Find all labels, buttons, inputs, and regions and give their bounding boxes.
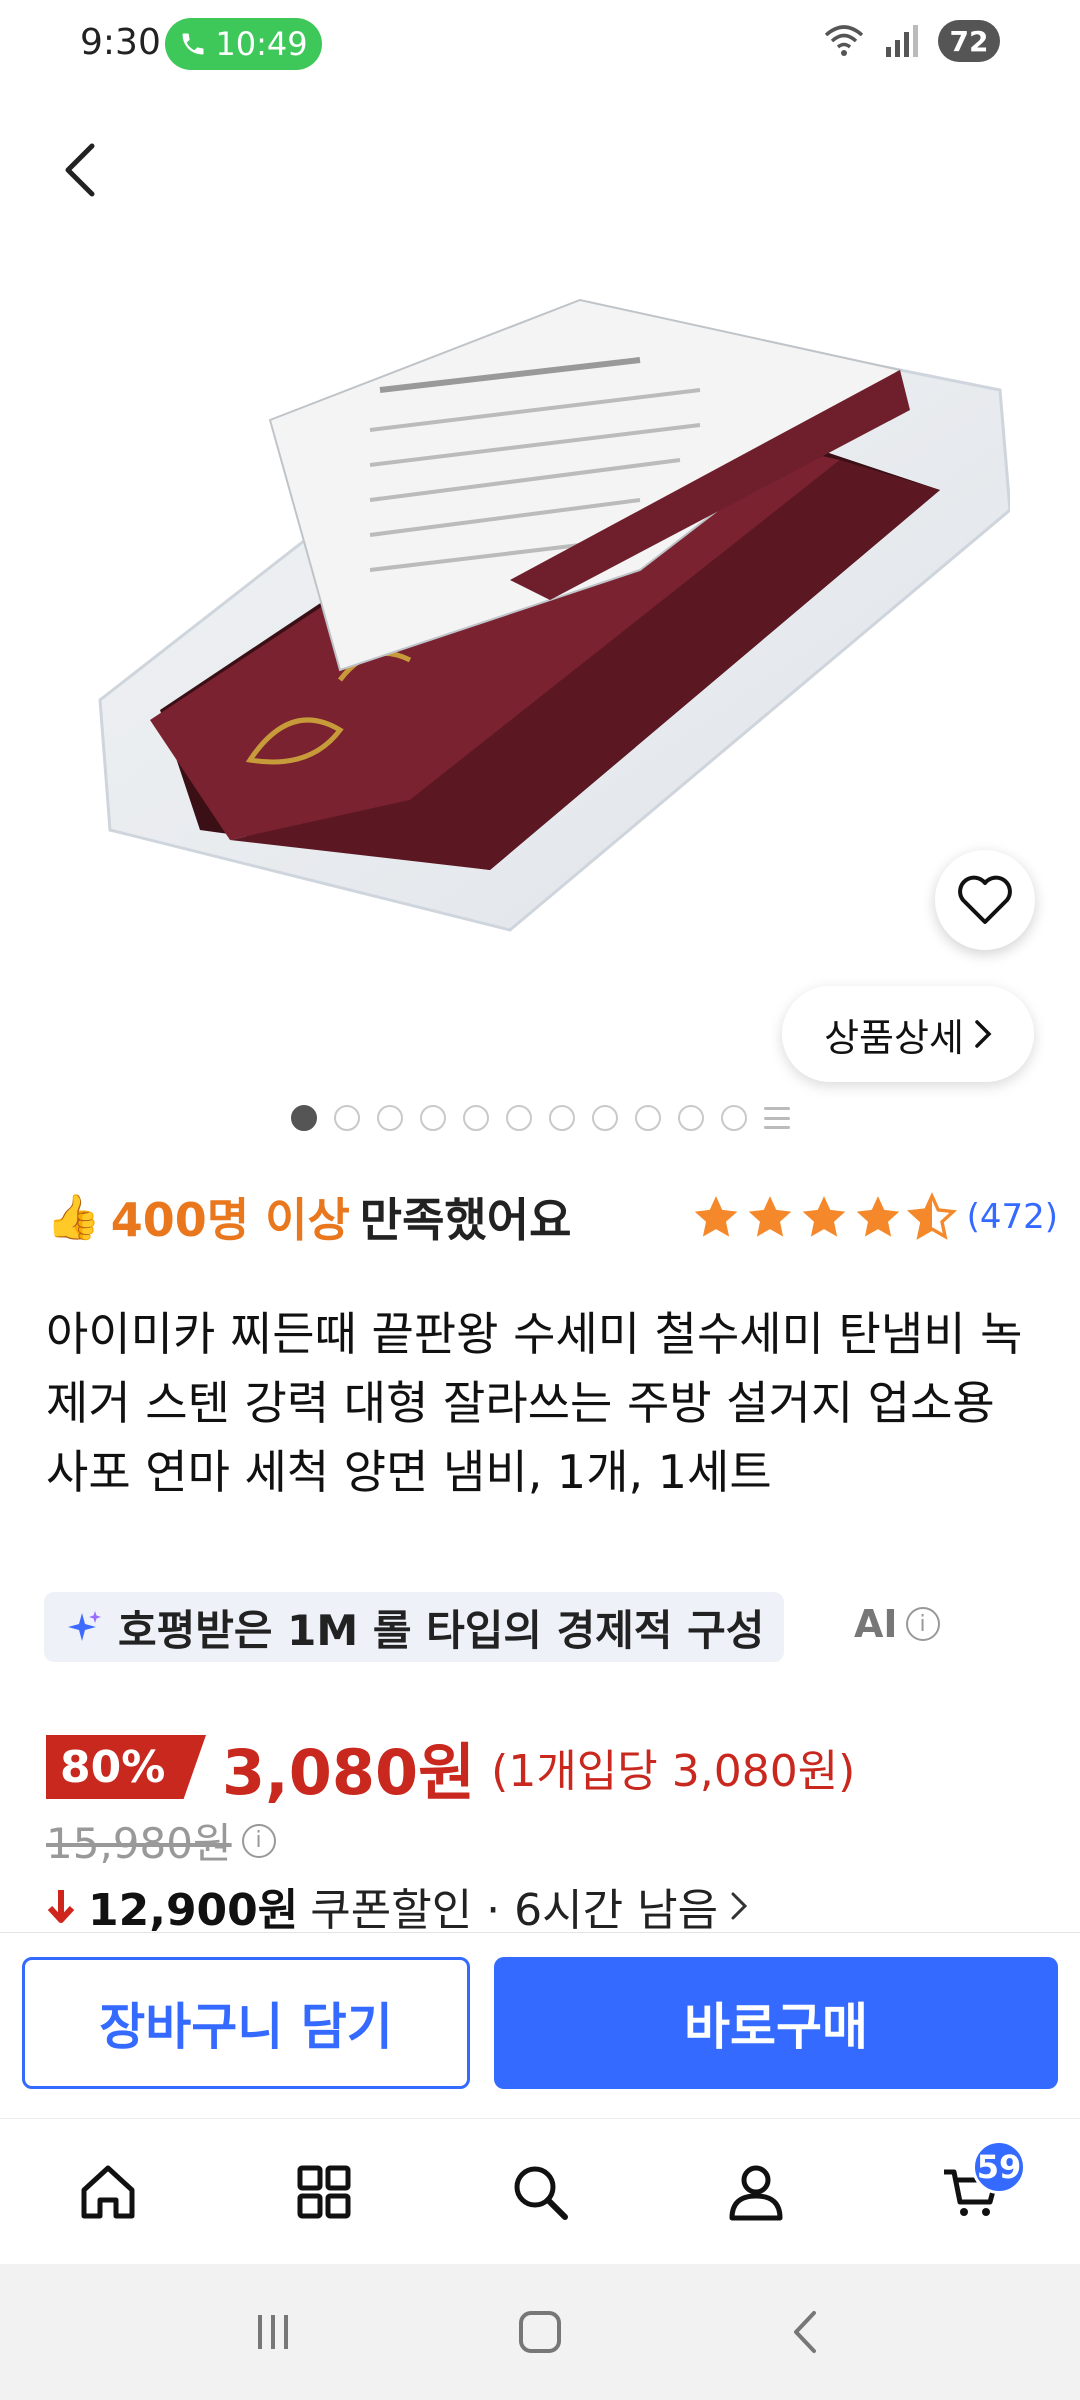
ai-summary-text: 호평받은 1M 롤 타입의 경제적 구성 [118, 1605, 765, 1655]
carousel-dot[interactable] [419, 1105, 446, 1131]
star-full-icon [802, 1196, 845, 1237]
call-duration: 10:49 [215, 25, 308, 63]
carousel-dot[interactable] [333, 1105, 360, 1131]
star-full-icon [694, 1196, 737, 1237]
ai-label: AI [854, 1602, 898, 1646]
carousel-more-icon[interactable] [763, 1105, 790, 1131]
wifi-icon [824, 25, 864, 56]
price-row: 80% 3,080원 (1개입당 3,080원) [46, 1722, 855, 1812]
carousel-dot[interactable] [548, 1105, 575, 1131]
status-time: 9:30 [80, 22, 161, 63]
original-price-row: 15,980원 i [46, 1810, 276, 1871]
signal-icon [886, 25, 918, 57]
carousel-dot[interactable] [677, 1105, 704, 1131]
thumbs-up-icon: 👍 [46, 1192, 101, 1243]
home-square-icon [518, 2311, 561, 2353]
star-full-icon [856, 1196, 899, 1237]
product-image-carousel[interactable]: 상품상세 [0, 90, 1080, 1100]
discount-badge: 80% [46, 1735, 206, 1799]
recent-apps-icon [258, 2315, 289, 2349]
purchase-action-bar: 장바구니 담기 바로구매 [0, 1932, 1080, 2118]
sale-price: 3,080원 [222, 1736, 476, 1809]
product-title: 아이미카 찌든때 끝판왕 수세미 철수세미 탄냄비 녹제거 스텐 강력 대형 잘… [46, 1307, 1023, 1499]
original-price: 15,980원 [46, 1819, 232, 1868]
search-icon [514, 2166, 568, 2220]
arrow-down-icon [47, 1890, 75, 1923]
ai-summary-pill[interactable]: 호평받은 1M 롤 타입의 경제적 구성 [44, 1592, 785, 1662]
satisfaction-summary: 👍 400명 이상 만족했어요 [46, 1184, 571, 1250]
system-back-button[interactable] [762, 2287, 852, 2377]
add-to-cart-button[interactable]: 장바구니 담기 [22, 1957, 470, 2089]
coupon-text: 쿠폰할인 · 6시간 남음 [310, 1885, 719, 1936]
home-icon [81, 2165, 135, 2218]
info-icon[interactable]: i [905, 1607, 940, 1641]
cart-count-badge: 59 [972, 2139, 1026, 2194]
satisfaction-text: 만족했어요 [359, 1193, 572, 1247]
info-icon[interactable]: i [241, 1823, 276, 1858]
product-detail-label: 상품상세 [824, 1015, 964, 1060]
nav-categories[interactable] [264, 2132, 384, 2252]
satisfaction-count: 400명 이상 [110, 1193, 350, 1247]
carousel-dot[interactable] [376, 1105, 403, 1131]
review-count[interactable]: (472) [967, 1197, 1058, 1237]
heart-icon [958, 875, 1012, 924]
carousel-dot[interactable] [720, 1105, 747, 1131]
system-navigation-bar [0, 2264, 1080, 2400]
coupon-row[interactable]: 12,900원 쿠폰할인 · 6시간 남음 [46, 1874, 748, 1938]
rating-summary[interactable]: (472) [691, 1192, 1058, 1242]
recent-apps-button[interactable] [228, 2287, 318, 2377]
carousel-dot[interactable] [634, 1105, 661, 1131]
system-home-button[interactable] [495, 2287, 585, 2377]
bottom-navigation: 59 [0, 2118, 1080, 2264]
wishlist-button[interactable] [935, 850, 1035, 950]
ai-info[interactable]: AI i [854, 1602, 940, 1646]
carousel-dot[interactable] [462, 1105, 489, 1131]
back-arrow-icon [793, 2311, 816, 2353]
buy-now-button[interactable]: 바로구매 [494, 1957, 1058, 2089]
status-icons: 72 [822, 20, 1000, 62]
chevron-right-icon [975, 1020, 992, 1048]
back-button[interactable] [50, 130, 110, 210]
user-icon [729, 2165, 783, 2220]
product-detail-button[interactable]: 상품상세 [782, 986, 1034, 1082]
unit-price: (1개입당 3,080원) [491, 1746, 856, 1797]
star-half-icon [906, 1192, 957, 1240]
chevron-right-icon [731, 1892, 748, 1920]
battery-indicator: 72 [938, 20, 1000, 62]
star-full-icon [748, 1196, 791, 1237]
grid-icon [297, 2165, 351, 2218]
carousel-indicator [0, 1100, 1080, 1136]
coupon-price: 12,900원 [88, 1885, 299, 1936]
carousel-dot[interactable] [591, 1105, 618, 1131]
nav-my-account[interactable] [696, 2132, 816, 2252]
sparkle-icon [68, 1611, 101, 1641]
chevron-left-icon [65, 143, 95, 197]
carousel-dot[interactable] [505, 1105, 532, 1131]
phone-icon [182, 33, 204, 55]
product-image [98, 298, 1010, 932]
nav-search[interactable] [480, 2132, 600, 2252]
ongoing-call-pill[interactable]: 10:49 [165, 18, 322, 70]
nav-home[interactable] [48, 2132, 168, 2252]
nav-cart[interactable]: 59 [912, 2132, 1032, 2252]
carousel-dot[interactable] [290, 1105, 317, 1131]
status-bar: 9:30 10:49 72 [0, 0, 1080, 90]
